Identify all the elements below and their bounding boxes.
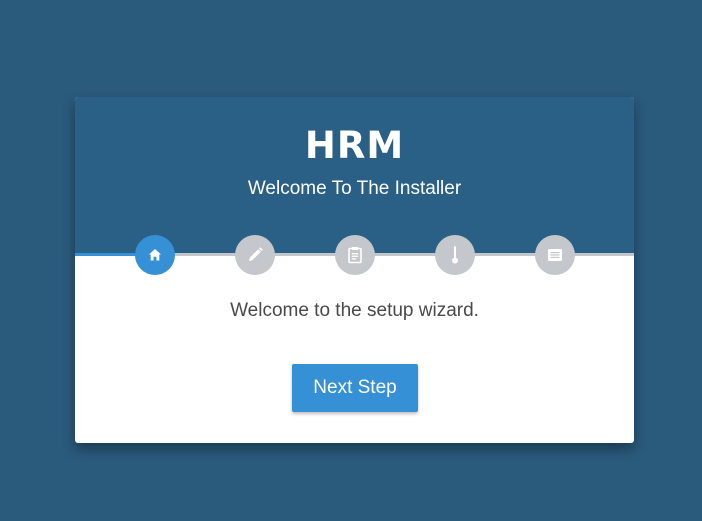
step-home[interactable] [135,235,175,275]
welcome-message: Welcome to the setup wizard. [230,300,479,321]
installer-card: HRM Welcome To The Installer Welcome to … [75,97,634,443]
thermometer-icon [452,246,458,264]
step-summary[interactable] [535,235,575,275]
installer-header: HRM Welcome To The Installer [75,97,634,254]
installer-subtitle: Welcome To The Installer [247,178,462,199]
step-clipboard[interactable] [335,235,375,275]
next-step-button[interactable]: Next Step [292,364,418,412]
pencil-icon [249,247,263,261]
logo: HRM [304,124,405,167]
step-edit[interactable] [235,235,275,275]
list-icon [548,249,562,261]
home-icon [149,249,161,261]
step-thermometer[interactable] [435,235,475,275]
clipboard-icon [348,247,362,264]
